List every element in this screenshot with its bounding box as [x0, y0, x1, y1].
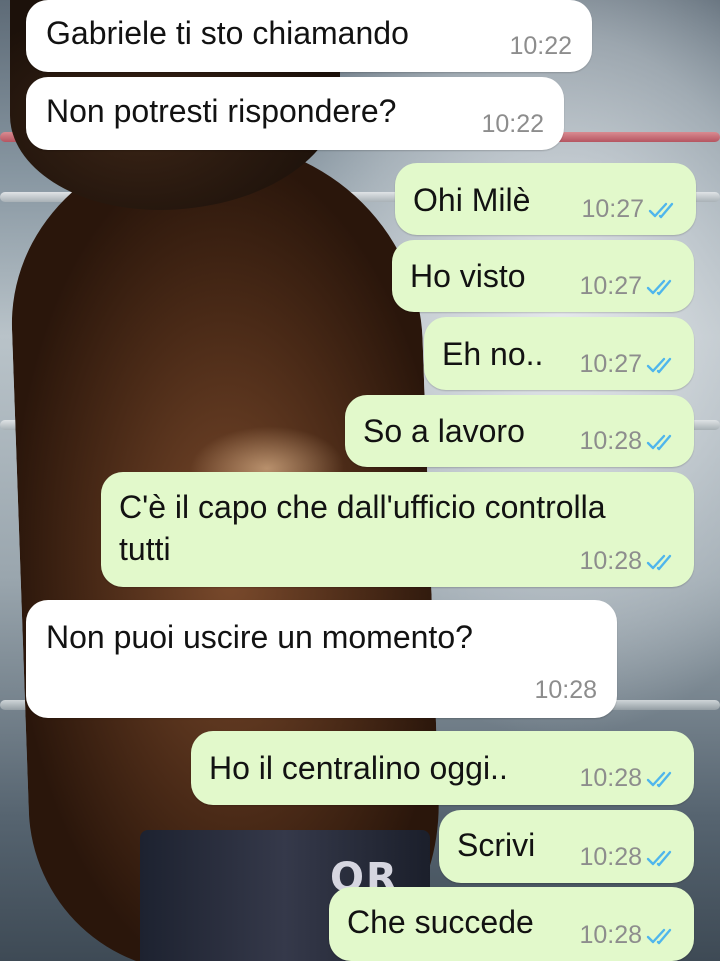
double-check-icon: [646, 434, 672, 450]
message-text: Non potresti rispondere?: [46, 93, 397, 129]
message-time: 10:28: [534, 676, 597, 704]
message-time: 10:28: [579, 547, 642, 575]
double-check-icon: [646, 357, 672, 373]
message-meta: 10:28: [579, 547, 678, 576]
message-text: Non puoi uscire un momento?: [46, 619, 473, 655]
message-text-line: C'è il capo che dall'ufficio controlla: [119, 489, 606, 525]
message-outgoing[interactable]: Eh no.. 10:27: [424, 317, 694, 390]
message-text: Eh no..: [442, 336, 544, 372]
message-text: Ohi Milè: [413, 182, 531, 218]
message-meta: 10:28: [579, 764, 678, 793]
message-time: 10:22: [481, 110, 544, 138]
message-outgoing[interactable]: Ho visto 10:27: [392, 240, 694, 312]
message-time: 10:28: [579, 427, 642, 455]
double-check-icon: [646, 850, 672, 866]
message-text: So a lavoro: [363, 413, 525, 449]
message-time: 10:27: [579, 350, 642, 378]
message-incoming[interactable]: Gabriele ti sto chiamando 10:22: [26, 0, 592, 72]
message-time: 10:22: [509, 32, 572, 60]
double-check-icon: [646, 554, 672, 570]
message-text-line: tutti: [119, 531, 171, 567]
message-time: 10:28: [579, 764, 642, 792]
message-text: Che succede: [347, 904, 534, 940]
message-time: 10:28: [579, 921, 642, 949]
message-text: Ho visto: [410, 258, 526, 294]
message-meta: 10:22: [481, 110, 544, 139]
double-check-icon: [646, 279, 672, 295]
message-outgoing[interactable]: Che succede 10:28: [329, 887, 694, 961]
message-meta: 10:28: [579, 843, 678, 872]
message-outgoing[interactable]: Ohi Milè 10:27: [395, 163, 696, 235]
message-time: 10:27: [581, 195, 644, 223]
message-meta: 10:28: [534, 676, 597, 705]
message-text: Ho il centralino oggi..: [209, 750, 508, 786]
double-check-icon: [648, 202, 674, 218]
message-time: 10:27: [579, 272, 642, 300]
message-outgoing[interactable]: Ho il centralino oggi.. 10:28: [191, 731, 694, 805]
message-outgoing[interactable]: Scrivi 10:28: [439, 810, 694, 883]
message-meta: 10:27: [579, 272, 678, 301]
double-check-icon: [646, 771, 672, 787]
message-meta: 10:27: [579, 350, 678, 379]
message-incoming[interactable]: Non potresti rispondere? 10:22: [26, 77, 564, 150]
message-outgoing[interactable]: C'è il capo che dall'ufficio controlla t…: [101, 472, 694, 587]
message-meta: 10:22: [509, 32, 572, 61]
message-text: Scrivi: [457, 827, 536, 863]
message-incoming[interactable]: Non puoi uscire un momento? 10:28: [26, 600, 617, 718]
message-meta: 10:27: [581, 195, 680, 224]
message-text: Gabriele ti sto chiamando: [46, 15, 409, 51]
message-outgoing[interactable]: So a lavoro 10:28: [345, 395, 694, 467]
message-time: 10:28: [579, 843, 642, 871]
message-meta: 10:28: [579, 921, 678, 950]
message-meta: 10:28: [579, 427, 678, 456]
double-check-icon: [646, 928, 672, 944]
